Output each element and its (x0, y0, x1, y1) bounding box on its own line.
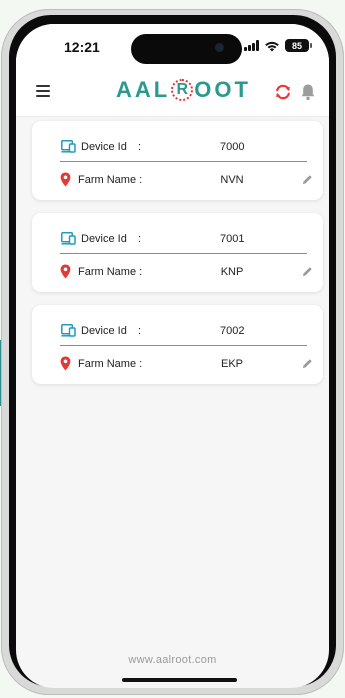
device-id-row: Device Id : 7001 (32, 229, 323, 249)
farm-name-label: Farm Name : (78, 358, 143, 370)
refresh-icon[interactable] (273, 82, 293, 102)
device-card[interactable]: Device Id : 7002 Farm Name : EKP (32, 305, 323, 384)
edit-pencil-icon[interactable] (302, 358, 313, 369)
farm-name-value: KNP (220, 266, 244, 278)
device-icon (61, 140, 76, 153)
logo-ring: R (171, 79, 194, 101)
device-id-row: Device Id : 7002 (32, 321, 323, 341)
device-icon (61, 232, 76, 245)
bell-icon[interactable] (299, 82, 317, 102)
location-pin-icon (60, 264, 71, 279)
hamburger-menu-icon[interactable] (36, 85, 50, 97)
location-pin-icon (60, 356, 71, 371)
battery-icon: 85 (285, 39, 312, 52)
status-time: 12:21 (64, 39, 100, 55)
edit-pencil-icon[interactable] (302, 266, 313, 277)
status-bar: 12:21 85 (16, 24, 329, 68)
device-id-colon: : (138, 325, 142, 337)
farm-name-row: Farm Name : KNP (32, 262, 323, 282)
farm-name-row: Farm Name : NVN (32, 170, 323, 190)
device-id-label: Device Id (81, 141, 127, 153)
logo-ring-letter: R (176, 81, 188, 98)
battery-level: 85 (291, 40, 302, 51)
camera-icon (215, 43, 224, 52)
divider (60, 253, 307, 254)
device-id-value: 7000 (220, 141, 245, 153)
app-header: AAL R OOT (16, 68, 329, 117)
farm-name-value: EKP (220, 358, 243, 370)
device-id-value: 7002 (220, 325, 245, 337)
device-card[interactable]: Device Id : 7001 Farm Name : KNP (32, 213, 323, 292)
device-icon (61, 324, 76, 337)
device-id-label: Device Id (81, 325, 127, 337)
farm-name-row: Farm Name : EKP (32, 354, 323, 374)
device-id-row: Device Id : 7000 (32, 137, 323, 157)
farm-name-value: NVN (220, 174, 244, 186)
device-id-colon: : (138, 141, 142, 153)
device-id-value: 7001 (220, 233, 245, 245)
footer-website[interactable]: www.aalroot.com (16, 654, 329, 666)
phone-frame: 12:21 85 AAL R OOT Device Id: 7000 Farm… (1, 9, 344, 695)
divider (60, 345, 307, 346)
location-pin-icon (60, 172, 71, 187)
app-screen: 12:21 85 AAL R OOT Device Id: 7000 Farm… (16, 24, 329, 688)
device-id-colon: : (138, 233, 142, 245)
device-list: Device Id : 7000 Farm Name : NVN Device … (32, 121, 323, 397)
dynamic-island (131, 34, 242, 64)
logo-text-left: AAL (116, 77, 171, 102)
divider (60, 161, 307, 162)
edit-pencil-icon[interactable] (302, 174, 313, 185)
device-id-label: Device Id (81, 233, 127, 245)
app-logo: AAL R OOT (116, 77, 251, 103)
wifi-icon (265, 41, 279, 51)
farm-name-label: Farm Name : (78, 174, 143, 186)
device-card[interactable]: Device Id : 7000 Farm Name : NVN (32, 121, 323, 200)
status-icons: 85 (244, 39, 312, 52)
farm-name-label: Farm Name : (78, 266, 143, 278)
home-indicator[interactable] (122, 678, 237, 682)
cellular-signal-icon (244, 40, 259, 51)
logo-text-right: OOT (194, 77, 251, 102)
